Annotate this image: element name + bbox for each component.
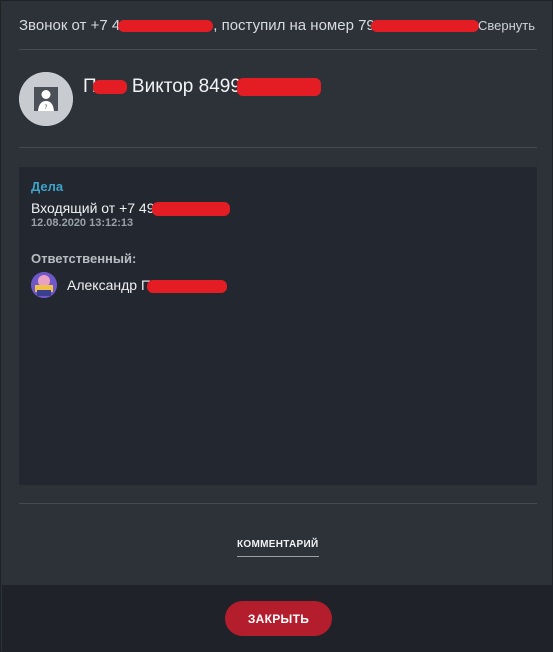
divider: [19, 49, 537, 50]
collapse-button[interactable]: Свернуть: [478, 18, 535, 33]
call-popup: Звонок от +7 4, поступил на номер 79 Све…: [0, 0, 553, 652]
close-button[interactable]: ЗАКРЫТЬ: [225, 601, 332, 636]
redaction-mark: [236, 77, 321, 96]
deal-link[interactable]: Входящий от +7 49: [31, 200, 230, 217]
call-message: Звонок от +7 4, поступил на номер 79: [19, 17, 479, 34]
divider: [19, 147, 537, 148]
redaction-mark: [370, 20, 479, 33]
redaction-mark: [151, 202, 230, 217]
redaction-mark: [92, 79, 127, 94]
deal-datetime: 12.08.2020 13:12:13: [31, 217, 134, 229]
activity-card: Дела Входящий от +7 49 12.08.2020 13:12:…: [19, 167, 537, 485]
footer-bar: ЗАКРЫТЬ: [2, 585, 553, 652]
user-avatar-icon: [31, 272, 57, 298]
comment-underline: [237, 556, 319, 557]
contact-avatar-icon: ?: [19, 72, 73, 126]
redaction-mark: [118, 20, 214, 33]
comment-button[interactable]: КОММЕНТАРИЙ: [237, 539, 318, 550]
section-title: Дела: [31, 179, 64, 194]
call-header: Звонок от +7 4, поступил на номер 79 Све…: [19, 17, 535, 39]
user-name: Александр П: [67, 277, 227, 293]
divider: [19, 503, 537, 504]
svg-text:?: ?: [44, 104, 47, 111]
responsible-label: Ответственный:: [31, 251, 137, 266]
redaction-mark: [147, 279, 227, 293]
contact-name[interactable]: П Виктор 8499: [83, 76, 321, 98]
